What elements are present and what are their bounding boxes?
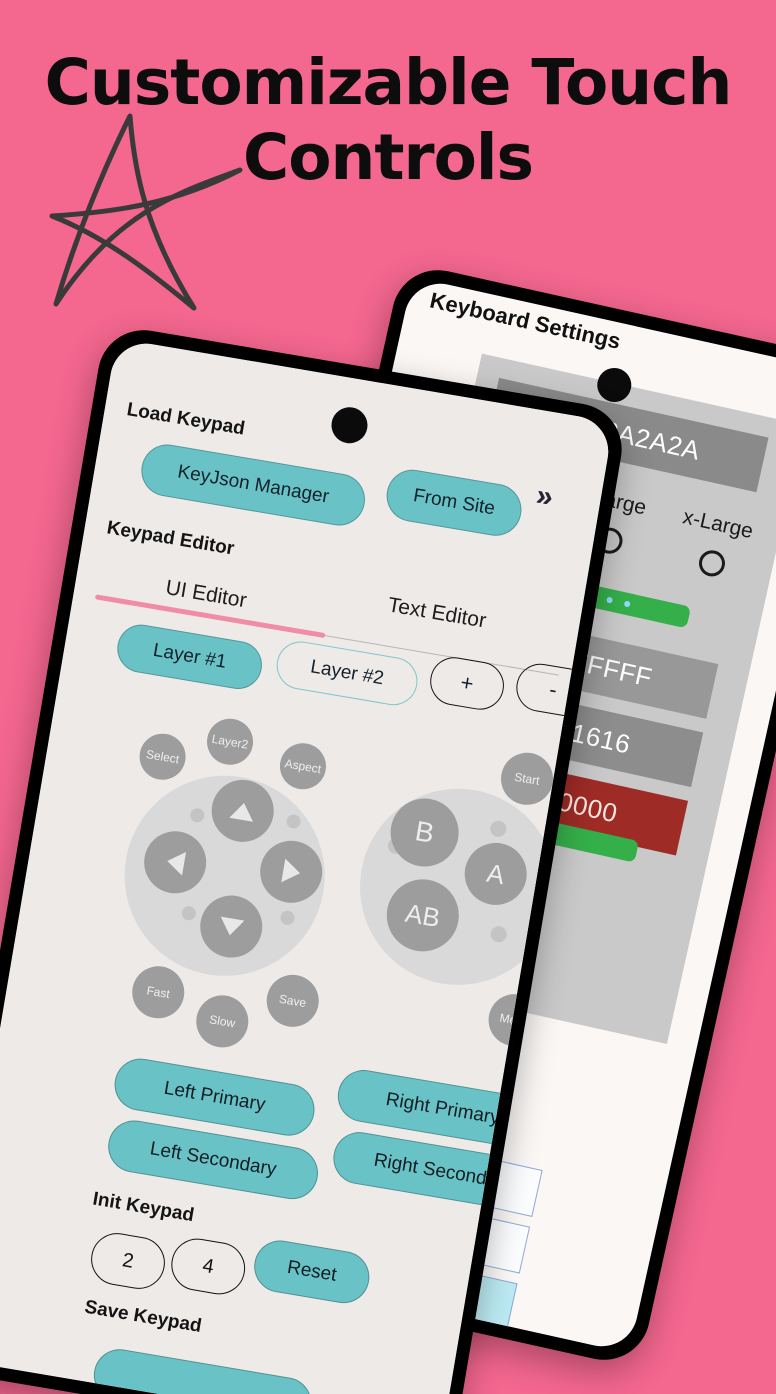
save-keypad-button[interactable]	[89, 1345, 316, 1394]
gamepad-save-button[interactable]: Save	[262, 970, 323, 1031]
swatch-dot	[606, 596, 614, 604]
from-site-button[interactable]: From Site	[382, 465, 526, 540]
dpad-down-icon	[217, 916, 245, 937]
gamepad-slow-button[interactable]: Slow	[192, 991, 253, 1052]
init-count-4-button[interactable]: 4	[167, 1234, 250, 1299]
gamepad-start-button[interactable]: Start	[497, 748, 557, 809]
page-title: Keyboard Settings	[427, 287, 623, 354]
dpad-right-icon	[280, 858, 302, 886]
promo-stage: Customizable Touch Controls Keyboard Set…	[0, 0, 776, 1394]
gamepad-preview: Select Layer2 Aspect Start Menu Fast Slo…	[7, 664, 572, 1073]
size-radio-xlarge[interactable]	[696, 547, 728, 579]
swatch-dot	[623, 600, 631, 608]
section-save-keypad: Save Keypad	[82, 1296, 204, 1338]
gamepad-select-button[interactable]: Select	[136, 730, 190, 784]
gamepad-fast-button[interactable]: Fast	[128, 962, 189, 1023]
keyjson-manager-button[interactable]: KeyJson Manager	[137, 440, 369, 530]
star-doodle-icon	[49, 113, 243, 311]
reset-button[interactable]: Reset	[250, 1236, 374, 1308]
tab-text-editor[interactable]: Text Editor	[386, 593, 488, 633]
headline-line-1: Customizable Touch	[44, 46, 733, 119]
dpad-left-icon	[164, 849, 186, 876]
gamepad-aspect-button[interactable]: Aspect	[276, 739, 330, 793]
section-load-keypad: Load Keypad	[125, 399, 247, 440]
chevron-double-right-icon[interactable]: »	[534, 479, 556, 515]
dpad-up-icon	[229, 800, 256, 822]
section-init-keypad: Init Keypad	[91, 1188, 196, 1227]
gamepad-layer2-button[interactable]: Layer2	[203, 715, 257, 769]
size-label-xlarge: x-Large	[680, 505, 756, 544]
init-count-2-button[interactable]: 2	[87, 1229, 169, 1293]
